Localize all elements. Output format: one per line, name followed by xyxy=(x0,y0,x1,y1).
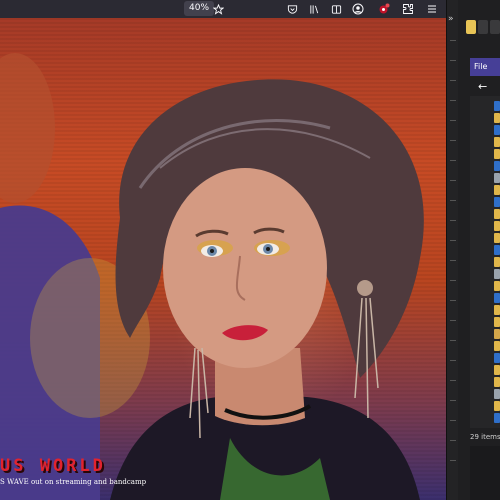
status-item-count: 29 items xyxy=(470,433,500,441)
file-icon xyxy=(494,161,500,171)
file-icon xyxy=(494,341,500,351)
file-icon xyxy=(494,413,500,423)
menu-icon[interactable] xyxy=(424,1,440,17)
browser-toolbar: 40% xyxy=(0,0,446,18)
bookmark-star-icon[interactable] xyxy=(210,1,226,17)
list-item[interactable] xyxy=(470,100,500,112)
list-item[interactable] xyxy=(470,412,500,424)
list-item[interactable] xyxy=(470,316,500,328)
list-item[interactable] xyxy=(470,232,500,244)
extension-badge-icon[interactable] xyxy=(376,1,392,17)
list-item[interactable] xyxy=(470,364,500,376)
file-icon xyxy=(494,209,500,219)
file-icon xyxy=(494,293,500,303)
file-icon xyxy=(494,269,500,279)
list-item[interactable] xyxy=(470,148,500,160)
file-icon xyxy=(494,257,500,267)
file-icon xyxy=(494,137,500,147)
file-icon xyxy=(494,173,500,183)
folder-icon[interactable] xyxy=(466,20,476,34)
list-item[interactable] xyxy=(470,328,500,340)
list-item[interactable] xyxy=(470,400,500,412)
list-item[interactable] xyxy=(470,184,500,196)
list-item[interactable] xyxy=(470,388,500,400)
file-icon xyxy=(494,197,500,207)
hero-photo xyxy=(0,53,424,500)
toolbar-button[interactable] xyxy=(490,20,500,34)
list-item[interactable] xyxy=(470,136,500,148)
file-icon xyxy=(494,389,500,399)
file-icon xyxy=(494,377,500,387)
list-item[interactable] xyxy=(470,376,500,388)
toolbar-button[interactable] xyxy=(478,20,488,34)
list-item[interactable] xyxy=(470,340,500,352)
file-icon xyxy=(494,185,500,195)
file-icon xyxy=(494,101,500,111)
back-arrow-icon[interactable]: ← xyxy=(478,80,487,93)
file-icon xyxy=(494,365,500,375)
file-icon xyxy=(494,317,500,327)
bottom-panel xyxy=(470,446,500,500)
file-icon xyxy=(494,401,500,411)
list-item[interactable] xyxy=(470,304,500,316)
list-item[interactable] xyxy=(470,292,500,304)
list-item[interactable] xyxy=(470,208,500,220)
extensions-icon[interactable] xyxy=(400,1,416,17)
list-item[interactable] xyxy=(470,244,500,256)
library-icon[interactable] xyxy=(306,1,322,17)
chevron-double-right-icon[interactable]: » xyxy=(448,14,454,24)
list-item[interactable] xyxy=(470,172,500,184)
file-icon xyxy=(494,245,500,255)
hero-title: US WORLD xyxy=(0,456,106,476)
pocket-icon[interactable] xyxy=(284,1,300,17)
file-icon xyxy=(494,149,500,159)
list-item[interactable] xyxy=(470,160,500,172)
file-icon xyxy=(494,329,500,339)
web-page-hero: US WORLD S WAVE out on streaming and ban… xyxy=(0,18,446,500)
file-icon xyxy=(494,125,500,135)
file-list[interactable] xyxy=(470,96,500,428)
reader-view-icon[interactable] xyxy=(328,1,344,17)
menu-file[interactable]: File xyxy=(470,58,500,76)
file-icon xyxy=(494,113,500,123)
file-icon xyxy=(494,305,500,315)
hero-caption: S WAVE out on streaming and bandcamp xyxy=(0,478,147,486)
file-icon xyxy=(494,281,500,291)
list-item[interactable] xyxy=(470,124,500,136)
list-item[interactable] xyxy=(470,256,500,268)
list-item[interactable] xyxy=(470,196,500,208)
account-icon[interactable] xyxy=(350,1,366,17)
file-icon xyxy=(494,353,500,363)
list-item[interactable] xyxy=(470,268,500,280)
list-item[interactable] xyxy=(470,280,500,292)
list-item[interactable] xyxy=(470,220,500,232)
screen: 40% US WORLD S WAVE out on streaming and… xyxy=(0,0,500,500)
list-item[interactable] xyxy=(470,352,500,364)
file-icon xyxy=(494,221,500,231)
file-icon xyxy=(494,233,500,243)
file-manager-window: File ← 29 items xyxy=(458,0,500,500)
list-item[interactable] xyxy=(470,112,500,124)
